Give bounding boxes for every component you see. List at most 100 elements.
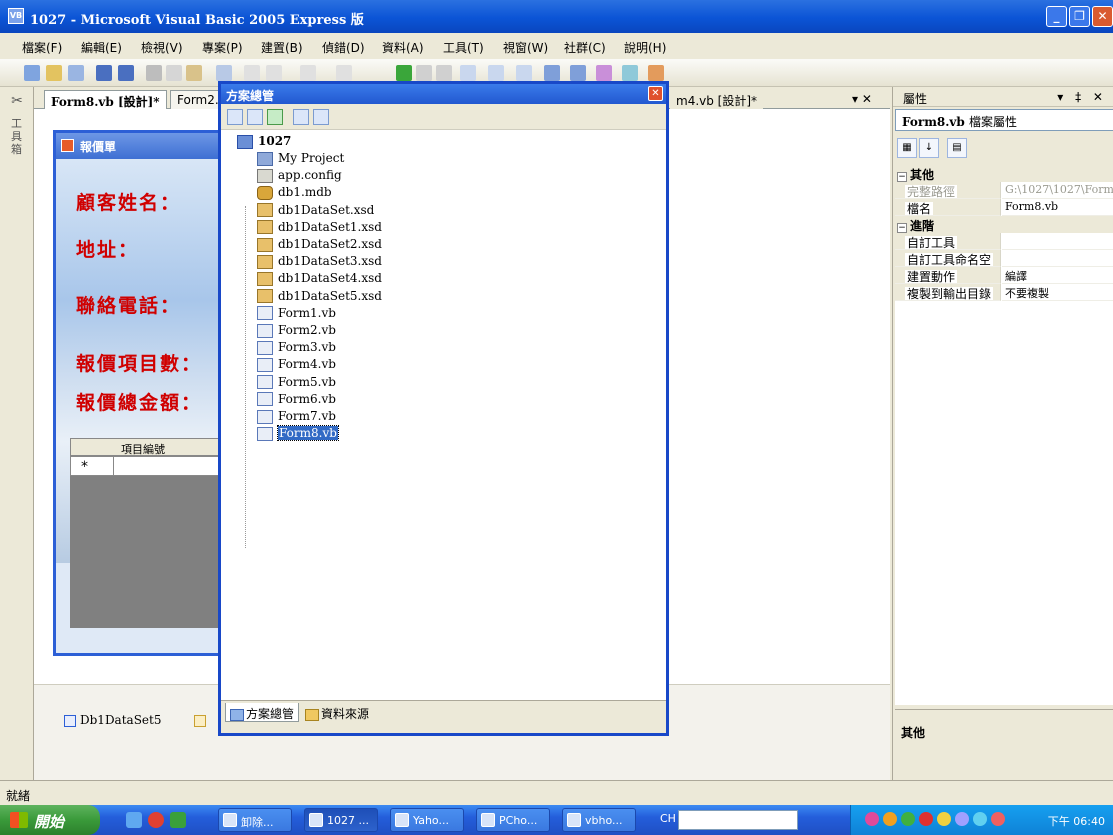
tree-item[interactable]: Form8.vb — [257, 425, 339, 443]
grid-new-row[interactable]: * — [70, 456, 230, 476]
tab-data-sources[interactable]: 資料來源 — [301, 703, 373, 722]
tree-item[interactable]: My Project — [257, 151, 344, 168]
tree-item[interactable]: db1DataSet1.xsd — [257, 220, 382, 237]
paste-icon[interactable] — [186, 65, 202, 81]
toolbox-icon[interactable] — [622, 65, 638, 81]
tree-item[interactable]: db1DataSet5.xsd — [257, 289, 382, 306]
tray-icon[interactable] — [973, 812, 987, 826]
menu-window[interactable]: 視窗(W) — [503, 39, 548, 56]
property-value[interactable] — [1002, 250, 1113, 267]
view-code-icon[interactable] — [293, 109, 309, 125]
tab-controls[interactable]: ▾ ✕ — [852, 92, 872, 106]
tray-icon[interactable] — [991, 812, 1005, 826]
copy-icon[interactable] — [166, 65, 182, 81]
quote-total-label[interactable]: 報價總金額： — [76, 388, 202, 415]
open-icon[interactable] — [46, 65, 62, 81]
menu-debug[interactable]: 偵錯(D) — [322, 39, 365, 56]
tray-icon[interactable] — [901, 812, 915, 826]
tab-form4-design[interactable]: m4.vb [設計]* — [670, 90, 764, 109]
tree-item[interactable]: Form5.vb — [257, 375, 336, 392]
properties-window-controls[interactable]: ▾ ‡ ✕ — [1057, 90, 1107, 104]
language-indicator[interactable]: CH — [660, 812, 676, 825]
property-value[interactable] — [1002, 233, 1113, 250]
menu-community[interactable]: 社群(C) — [564, 39, 606, 56]
start-debug-icon[interactable] — [396, 65, 412, 81]
menu-tools[interactable]: 工具(T) — [443, 39, 484, 56]
taskbar-item-2[interactable]: 1027 ... — [304, 808, 378, 832]
refresh-icon[interactable] — [267, 109, 283, 125]
tree-item[interactable]: Form1.vb — [257, 306, 336, 323]
undo-icon[interactable] — [300, 65, 316, 81]
property-value[interactable]: 編譯 — [1002, 267, 1113, 284]
property-row[interactable]: 自訂工具 — [895, 233, 1113, 250]
property-pages-icon[interactable]: ▤ — [947, 138, 967, 158]
toolbox-icon[interactable]: ✂ — [9, 93, 25, 109]
tray-component-db1dataset5[interactable]: Db1DataSet5 — [64, 713, 161, 727]
form8-design[interactable]: 報價單 顧客姓名： 地址： 聯絡電話： 報價項目數： 報價總金額： 項目編號 * — [53, 130, 233, 656]
pause-icon[interactable] — [416, 65, 432, 81]
property-value[interactable]: G:\1027\1027\Form8 — [1002, 182, 1113, 199]
tray-icon[interactable] — [883, 812, 897, 826]
tray-icon[interactable] — [955, 812, 969, 826]
properties-icon[interactable] — [227, 109, 243, 125]
cut-icon[interactable] — [146, 65, 162, 81]
menu-data[interactable]: 資料(A) — [382, 39, 424, 56]
tab-form8-design[interactable]: Form8.vb [設計]* — [44, 90, 167, 109]
show-all-files-icon[interactable] — [247, 109, 263, 125]
find-icon[interactable] — [216, 65, 232, 81]
object-browser-icon[interactable] — [596, 65, 612, 81]
property-category[interactable]: − 其他 — [895, 165, 1113, 182]
property-category[interactable]: − 進階 — [895, 216, 1113, 233]
data-grid-view[interactable]: 項目編號 * — [70, 438, 230, 628]
tab-solution-explorer[interactable]: 方案總管 — [225, 703, 300, 722]
view-designer-icon[interactable] — [313, 109, 329, 125]
taskbar-item-1[interactable]: 卸除... — [218, 808, 292, 832]
tree-root-project[interactable]: 1027 — [237, 134, 291, 151]
tray-icon[interactable] — [919, 812, 933, 826]
alphabetical-icon[interactable]: ↓ — [919, 138, 939, 158]
uncomment-icon[interactable] — [516, 65, 532, 81]
stop-icon[interactable] — [436, 65, 452, 81]
property-row[interactable]: 自訂工具命名空 — [895, 250, 1113, 267]
tree-item[interactable]: Form2.vb — [257, 323, 336, 340]
property-value[interactable]: 不要複製 — [1002, 284, 1113, 301]
tree-item[interactable]: db1DataSet4.xsd — [257, 271, 382, 288]
properties-icon[interactable] — [570, 65, 586, 81]
address-toolbar-input[interactable] — [678, 810, 798, 830]
quicklaunch-browser-icon[interactable] — [148, 812, 164, 828]
maximize-button[interactable]: ❐ — [1069, 6, 1090, 27]
tree-item[interactable]: db1DataSet3.xsd — [257, 254, 382, 271]
property-row[interactable]: 檔名 Form8.vb — [895, 199, 1113, 216]
menu-file[interactable]: 檔案(F) — [22, 39, 62, 56]
toolbox-strip[interactable]: ✂ 工具箱 — [0, 87, 34, 780]
indent-icon[interactable] — [266, 65, 282, 81]
menu-project[interactable]: 專案(P) — [202, 39, 243, 56]
align-icon[interactable] — [244, 65, 260, 81]
menu-view[interactable]: 檢視(V) — [141, 39, 183, 56]
tree-item[interactable]: Form6.vb — [257, 392, 336, 409]
object-selector[interactable]: Form8.vb 檔案屬性 — [895, 109, 1113, 131]
address-label[interactable]: 地址： — [76, 235, 139, 262]
close-button[interactable]: ✕ — [1092, 6, 1113, 27]
solution-explorer-window[interactable]: 方案總管 ✕ 1027 My Project app.config db1.mdb d… — [218, 81, 669, 736]
title-bar[interactable]: VB 1027 - Microsoft Visual Basic 2005 Ex… — [0, 0, 1113, 33]
tree-item[interactable]: db1DataSet.xsd — [257, 203, 374, 220]
taskbar-item-3[interactable]: Yaho... — [390, 808, 464, 832]
tray-icon[interactable] — [937, 812, 951, 826]
vb-app-icon[interactable]: VB — [8, 8, 24, 24]
new-project-icon[interactable] — [24, 65, 40, 81]
menu-help[interactable]: 說明(H) — [624, 39, 666, 56]
comment-icon[interactable] — [488, 65, 504, 81]
redo-icon[interactable] — [336, 65, 352, 81]
minimize-button[interactable]: _ — [1046, 6, 1067, 27]
property-row[interactable]: 建置動作 編譯 — [895, 267, 1113, 284]
solution-explorer-close-button[interactable]: ✕ — [648, 86, 663, 101]
customer-name-label[interactable]: 顧客姓名： — [76, 188, 181, 215]
property-value[interactable]: Form8.vb — [1002, 199, 1113, 216]
tree-item[interactable]: Form3.vb — [257, 340, 336, 357]
collapse-icon[interactable]: − — [897, 223, 907, 233]
tree-item[interactable]: Form7.vb — [257, 409, 336, 426]
tree-item[interactable]: db1.mdb — [257, 185, 332, 202]
quicklaunch-desktop-icon[interactable] — [126, 812, 142, 828]
phone-label[interactable]: 聯絡電話： — [76, 291, 181, 318]
